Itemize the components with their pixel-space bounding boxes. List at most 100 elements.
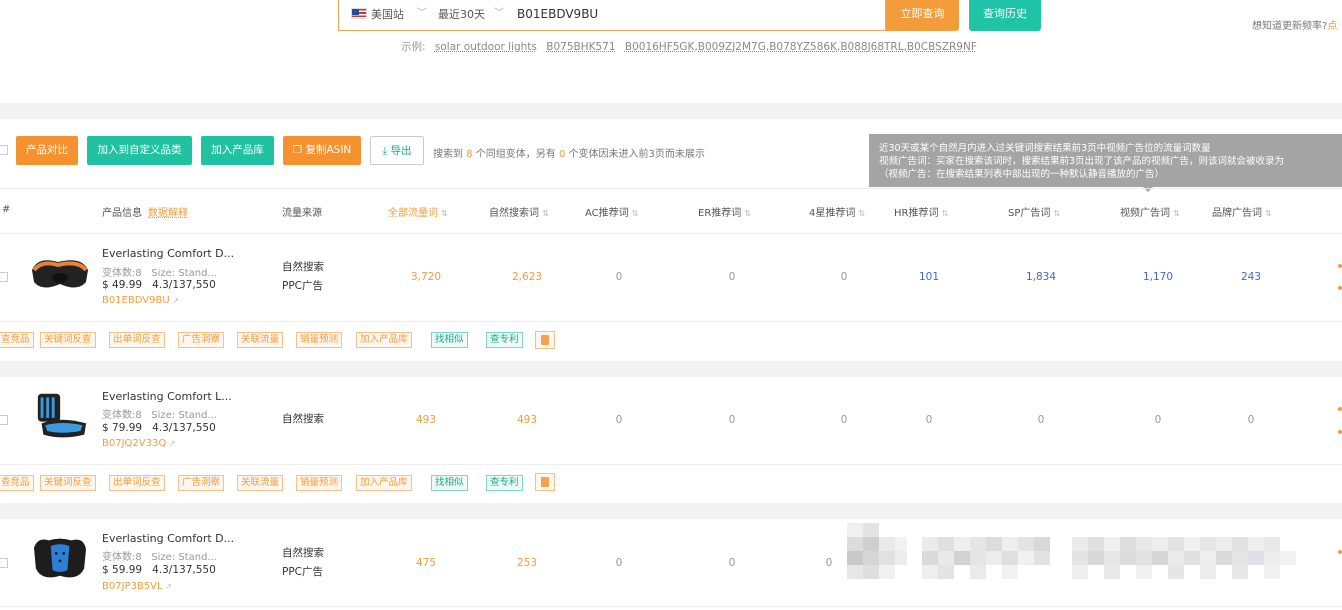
sort-icon: ⇅: [441, 209, 448, 218]
col-index: #: [2, 204, 11, 215]
product-name[interactable]: Everlasting Comfort L...: [102, 390, 232, 403]
er-value: 0: [728, 271, 736, 283]
col-video[interactable]: 视频广告词 ⇅: [1120, 204, 1180, 219]
col-ac[interactable]: AC推荐词 ⇅: [585, 204, 638, 219]
sort-icon: ⇅: [631, 209, 639, 218]
find-competitors-tag[interactable]: 查竞品: [0, 475, 34, 491]
divider: [0, 606, 1342, 607]
result-summary: 搜索到 8 个同组变体，另有 0 个变体因未进入前3页而未展示: [433, 149, 705, 160]
divider: [0, 464, 1342, 465]
search-history-button[interactable]: 查询历史: [969, 0, 1041, 31]
row-checkbox[interactable]: [0, 415, 8, 425]
col-source: 流量来源: [282, 208, 322, 219]
row-checkbox[interactable]: [0, 272, 8, 282]
related-traffic-tag[interactable]: 关联流量: [237, 475, 284, 491]
reverse-keyword-tag[interactable]: 关键词反查: [40, 332, 96, 348]
order-keyword-tag[interactable]: 出单词反查: [109, 475, 165, 491]
product-asin[interactable]: B07JQ2V33Q: [102, 438, 175, 449]
example-link[interactable]: B075BHK571: [546, 41, 615, 53]
example-link[interactable]: solar outdoor lights: [435, 41, 537, 53]
divider: [0, 233, 1342, 234]
add-library-tag[interactable]: 加入产品库: [356, 332, 412, 348]
video-value[interactable]: 1,170: [1128, 271, 1188, 283]
divider: [0, 188, 1342, 189]
product-image[interactable]: [28, 248, 92, 300]
calculator-icon[interactable]: [535, 473, 555, 491]
chevron-down-icon[interactable]: ﹀: [417, 4, 427, 19]
hr-value[interactable]: 101: [899, 271, 959, 283]
column-tooltip: 近30天或某个自然月内进入过关键词搜索结果前3页中视频广告位的流量词数量 视频广…: [869, 134, 1342, 187]
sales-forecast-tag[interactable]: 销量预测: [296, 332, 343, 348]
product-price: $ 79.99 4.3/137,550: [102, 422, 216, 434]
export-button[interactable]: ⤓ 导出: [370, 136, 424, 165]
col-hr[interactable]: HR推荐词 ⇅: [894, 204, 948, 219]
video-value: 0: [1154, 414, 1162, 426]
product-asin[interactable]: B01EBDV9BU: [102, 295, 179, 306]
ad-insight-tag[interactable]: 广告洞察: [178, 475, 225, 491]
site-select[interactable]: 美国站: [371, 6, 404, 22]
row-separator: [0, 361, 1342, 377]
example-link[interactable]: B0016HF5GK,B009ZJ2M7G,B078YZ586K,B088J68…: [625, 41, 977, 53]
row-checkbox[interactable]: [0, 558, 8, 568]
data-explain-link[interactable]: 数据解释: [148, 208, 188, 219]
calculator-icon[interactable]: [535, 331, 555, 349]
select-all-checkbox[interactable]: [0, 145, 8, 155]
submit-search-button[interactable]: 立即查询: [886, 0, 959, 31]
organic-value[interactable]: 493: [497, 414, 557, 426]
range-select[interactable]: 最近30天: [438, 6, 485, 22]
traffic-source: 自然搜索 PPC广告: [282, 261, 324, 292]
add-category-button[interactable]: 加入到自定义品类: [87, 136, 192, 165]
sort-icon: ⇅: [542, 209, 549, 218]
col-sp[interactable]: SP广告词 ⇅: [1008, 204, 1060, 219]
add-library-button[interactable]: 加入产品库: [201, 136, 274, 165]
all-keywords-value[interactable]: 3,720: [396, 271, 456, 283]
col-all-keywords[interactable]: 全部流量词 ⇅: [388, 204, 448, 219]
product-variants: 变体数:8 Size: Stand...: [102, 410, 217, 421]
find-similar-tag[interactable]: 找相似: [431, 475, 468, 491]
col-organic[interactable]: 自然搜索词 ⇅: [489, 204, 549, 219]
sort-icon: ⇅: [1053, 209, 1061, 218]
col-brand[interactable]: 品牌广告词 ⇅: [1212, 204, 1272, 219]
all-keywords-value[interactable]: 493: [396, 414, 456, 426]
product-image[interactable]: [30, 390, 94, 442]
add-library-tag[interactable]: 加入产品库: [356, 475, 412, 491]
patent-check-tag[interactable]: 查专利: [486, 475, 523, 491]
find-similar-tag[interactable]: 找相似: [431, 332, 468, 348]
sort-icon: ⇅: [744, 209, 751, 218]
product-name[interactable]: Everlasting Comfort D...: [102, 247, 234, 260]
sales-forecast-tag[interactable]: 销量预测: [296, 475, 343, 491]
related-traffic-tag[interactable]: 关联流量: [237, 332, 284, 348]
ad-insight-tag[interactable]: 广告洞察: [178, 332, 225, 348]
chevron-down-icon[interactable]: ﹀: [494, 4, 504, 19]
organic-value[interactable]: 2,623: [497, 271, 557, 283]
reverse-keyword-tag[interactable]: 关键词反查: [40, 475, 96, 491]
4star-value: 0: [825, 557, 833, 569]
search-examples: 示例: solar outdoor lights B075BHK571 B001…: [401, 41, 977, 53]
update-frequency-hint: 想知道更新频率?点: [1252, 21, 1338, 32]
er-value: 0: [728, 557, 736, 569]
product-name[interactable]: Everlasting Comfort D...: [102, 532, 234, 545]
organic-value[interactable]: 253: [497, 557, 557, 569]
sort-icon: ⇅: [1265, 209, 1272, 218]
copy-asin-button[interactable]: ❐ 复制ASIN: [283, 136, 361, 165]
sort-icon: ⇅: [1173, 209, 1180, 218]
product-image[interactable]: [28, 533, 92, 585]
all-keywords-value[interactable]: 475: [396, 557, 456, 569]
col-product: 产品信息 数据解释: [102, 208, 188, 219]
col-er[interactable]: ER推荐词 ⇅: [698, 204, 751, 219]
brand-value[interactable]: 243: [1221, 271, 1281, 283]
sort-icon: ⇅: [941, 209, 949, 218]
patent-check-tag[interactable]: 查专利: [486, 332, 523, 348]
sp-value[interactable]: 1,834: [1011, 271, 1071, 283]
product-asin[interactable]: B07JP3B5VL: [102, 581, 172, 592]
compare-button[interactable]: 产品对比: [16, 136, 78, 165]
col-4star[interactable]: 4星推荐词 ⇅: [809, 204, 865, 219]
find-competitors-tag[interactable]: 查竞品: [0, 332, 34, 348]
traffic-source: 自然搜索: [282, 413, 324, 425]
us-flag-icon: [351, 8, 367, 19]
order-keyword-tag[interactable]: 出单词反查: [109, 332, 165, 348]
update-frequency-link[interactable]: 点: [1327, 21, 1337, 32]
search-input[interactable]: [517, 3, 877, 25]
product-price: $ 59.99 4.3/137,550: [102, 564, 216, 576]
ac-value: 0: [615, 414, 623, 426]
